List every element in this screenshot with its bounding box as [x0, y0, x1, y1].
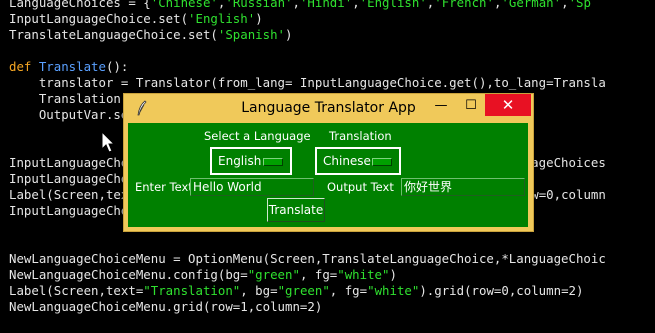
code-token: 'English' [188, 11, 256, 26]
close-button[interactable]: ✕ [485, 94, 531, 116]
code-token: 'Sp [568, 0, 591, 10]
code-token: TranslateLanguageChoice.set( [9, 27, 218, 42]
code-token: 'Russian' [225, 0, 293, 10]
app-content: Select a Language Translation English Ch… [128, 123, 528, 227]
code-token: Label(Screen,text= [9, 283, 144, 298]
code-token: , [561, 0, 569, 10]
code-token: 'German' [501, 0, 562, 10]
code-token: , [292, 0, 300, 10]
maximize-icon: ☐ [465, 97, 477, 113]
output-language-menu[interactable]: Chinese [315, 147, 401, 175]
close-icon: ✕ [501, 96, 515, 114]
code-line: LanguageChoices = {'Chinese','Russian','… [9, 0, 591, 11]
code-token: "green" [247, 267, 300, 282]
code-line: InputLanguageChoice.set('English') [9, 11, 263, 27]
input-language-menu[interactable]: English [210, 147, 292, 175]
code-token: 'French' [434, 0, 494, 10]
enter-text-label: Enter Text [135, 180, 193, 194]
maximize-button[interactable]: ☐ [456, 94, 486, 116]
code-token: (): [105, 59, 129, 74]
translation-label: Translation [329, 129, 392, 143]
minimize-icon: — [434, 97, 448, 113]
code-line: translator = Translator(from_lang= Input… [9, 75, 606, 91]
input-language-value: English [218, 154, 262, 168]
translate-button[interactable]: Translate [267, 198, 325, 222]
input-text-field[interactable]: Hello World [190, 178, 314, 196]
code-token: NewLanguageChoiceMenu = OptionMenu(Scree… [9, 251, 606, 266]
code-token: NewLanguageChoiceMenu.grid(row=1,column=… [9, 299, 323, 314]
code-token: "white" [337, 267, 390, 282]
code-token: "green" [277, 283, 330, 298]
output-text-label: Output Text [327, 180, 394, 194]
code-token: "Translation" [143, 283, 241, 298]
code-token: , bg= [240, 283, 278, 298]
code-token: ) [389, 267, 397, 282]
code-token: translator = Translator(from_lang= Input… [9, 75, 606, 90]
code-line: NewLanguageChoiceMenu = OptionMenu(Scree… [9, 251, 606, 267]
code-line: TranslateLanguageChoice.set('Spanish') [9, 27, 292, 43]
code-line: NewLanguageChoiceMenu.grid(row=1,column=… [9, 299, 322, 315]
code-token: , fg= [299, 267, 338, 282]
code-token: Translate [38, 59, 106, 74]
output-text-field[interactable]: 你好世界 [401, 178, 525, 196]
code-token: 'Spanish' [217, 27, 286, 42]
code-token: InputLanguageChoice.set( [9, 11, 189, 26]
mouse-cursor-icon [101, 131, 115, 153]
code-token: 'English' [359, 0, 427, 10]
code-token: 'Hindi' [299, 0, 353, 10]
code-token: 'Chinese' [150, 0, 218, 10]
code-token: , [352, 0, 360, 10]
code-line: def Translate(): [9, 59, 128, 75]
code-token: ) [285, 27, 293, 42]
dropdown-indicator-icon [263, 158, 283, 166]
code-token: ) [255, 11, 263, 26]
title-bar[interactable]: Language Translator App — ☐ ✕ [124, 94, 533, 122]
dropdown-indicator-icon [372, 158, 392, 166]
code-token: "white" [367, 283, 420, 298]
code-token: ).grid(row=0,column=2) [419, 283, 584, 298]
minimize-button[interactable]: — [426, 94, 456, 116]
code-token: def [9, 59, 39, 74]
select-language-label: Select a Language [204, 129, 311, 143]
code-line: NewLanguageChoiceMenu.config(bg="green",… [9, 267, 397, 283]
code-token: NewLanguageChoiceMenu.config(bg= [9, 267, 248, 282]
code-token: , fg= [329, 283, 368, 298]
code-line: Label(Screen,text="Translation", bg="gre… [9, 283, 583, 299]
code-token: LanguageChoices = { [9, 0, 151, 10]
app-window: Language Translator App — ☐ ✕ Select a L… [123, 93, 534, 232]
output-language-value: Chinese [323, 154, 371, 168]
